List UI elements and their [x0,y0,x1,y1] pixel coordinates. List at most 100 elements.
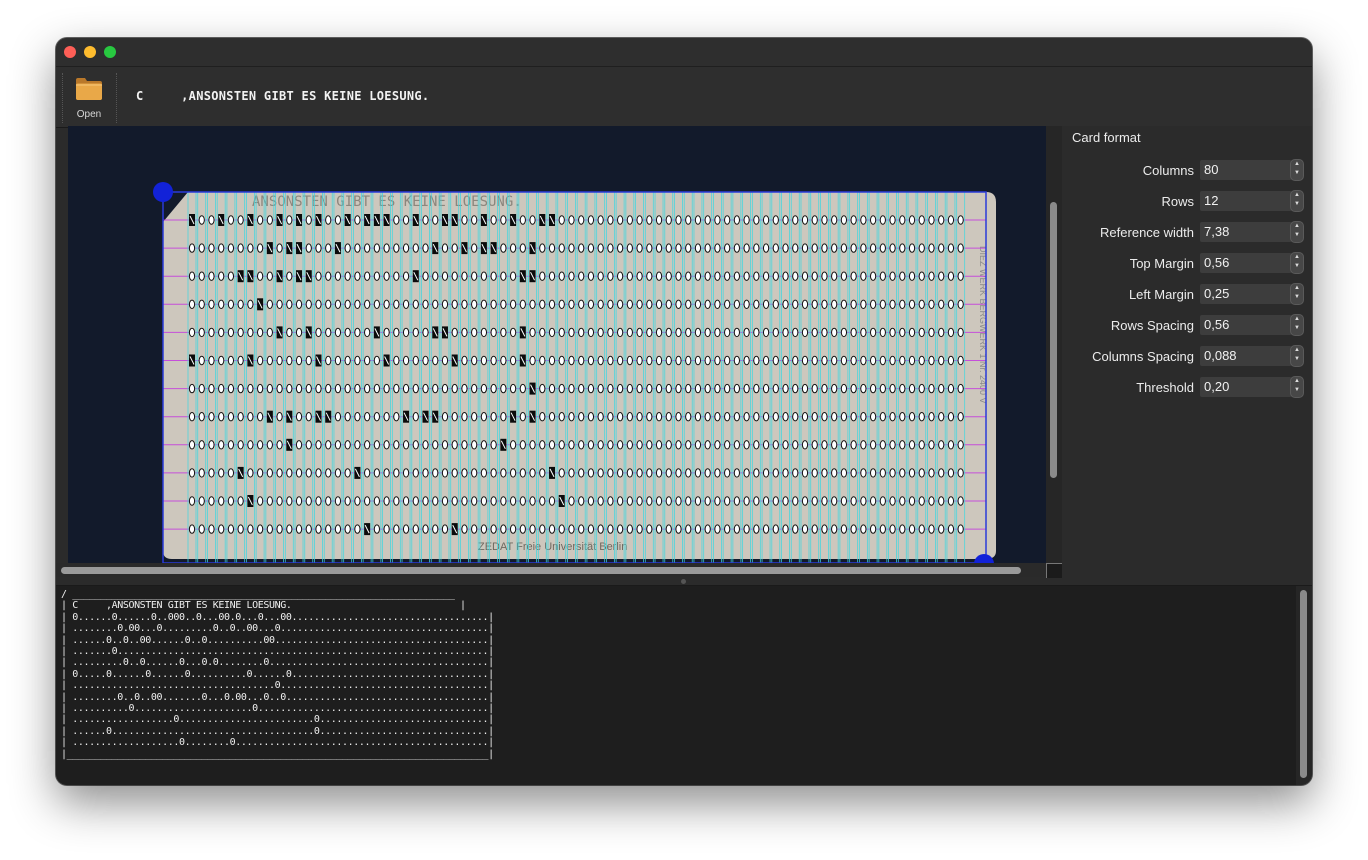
hole-position [198,243,205,253]
hole-position [762,355,770,366]
columns-input[interactable] [1200,160,1292,180]
image-vertical-scrollbar[interactable] [1046,126,1062,563]
hole-position [422,215,429,225]
hole-position [743,440,750,450]
hole-position [218,440,225,450]
hole-position [373,299,380,310]
hole-position [607,468,614,478]
rows-stepper[interactable]: ▲ ▼ [1290,190,1304,212]
stepper-up-icon[interactable]: ▲ [1291,222,1303,231]
stepper-down-icon[interactable]: ▼ [1291,355,1303,364]
hole-position [724,496,731,506]
hole-position [266,468,273,478]
hole-position [957,383,964,394]
stepper-up-icon[interactable]: ▲ [1291,191,1303,200]
stepper-up-icon[interactable]: ▲ [1291,284,1303,293]
stepper-down-icon[interactable]: ▼ [1291,262,1303,271]
stepper-down-icon[interactable]: ▼ [1291,324,1303,333]
hole-position [704,271,711,281]
hole-position [227,271,235,281]
reference-width-input[interactable] [1200,222,1292,242]
folder-icon [74,73,104,108]
columns-spacing-stepper[interactable]: ▲ ▼ [1290,345,1304,367]
left-margin-stepper[interactable]: ▲ ▼ [1290,283,1304,305]
horizontal-split-handle[interactable] [681,579,686,584]
hole-position [743,496,750,506]
columns-stepper[interactable]: ▲ ▼ [1290,159,1304,181]
hole-position [870,468,877,478]
top-margin-stepper[interactable]: ▲ ▼ [1290,252,1304,274]
hole-position [675,215,682,225]
threshold-input[interactable] [1200,377,1292,397]
hole-position [685,496,692,506]
hole-position [782,299,789,310]
hole-position [286,468,293,478]
hole-position [947,468,955,478]
hole-position [558,440,565,450]
hole-position [266,299,273,310]
hole-position [607,412,614,422]
hole-position [626,215,633,225]
hole-position [237,327,244,338]
hole-position [704,496,711,506]
stepper-down-icon[interactable]: ▼ [1291,200,1303,209]
hole-position [315,383,322,394]
hole-position [247,524,254,534]
punch-card-scan[interactable]: ANSONSTEN GIBT ES KEINE LOESUNG.ZEDAT Fr… [68,126,1046,563]
hole-position [753,271,760,281]
hole-position [753,440,760,450]
hole-position [665,383,672,394]
stepper-down-icon[interactable]: ▼ [1291,231,1303,240]
hole-position [490,215,497,225]
stepper-up-icon[interactable]: ▲ [1291,346,1303,355]
hole-position [626,355,633,366]
hole-position [529,496,536,506]
hole-position [315,271,322,281]
vertical-scroll-thumb[interactable] [1050,202,1057,478]
rows-spacing-input[interactable] [1200,315,1292,335]
hole-position [675,524,682,534]
hole-position [801,243,809,253]
hole-position [198,468,205,478]
close-window-button[interactable] [64,46,76,58]
hole-position [480,299,487,310]
image-horizontal-scrollbar[interactable] [56,563,1046,577]
left-margin-input[interactable] [1200,284,1292,304]
horizontal-scroll-thumb[interactable] [61,567,1021,574]
hole-position [354,440,361,450]
open-button[interactable]: Open [68,71,110,123]
hole-position [665,355,672,366]
hole-position [471,299,478,310]
hole-position [704,355,711,366]
hole-position [801,355,809,366]
hole-position [257,215,264,225]
hole-position [480,327,487,338]
reference-width-stepper[interactable]: ▲ ▼ [1290,221,1304,243]
rows-spacing-stepper[interactable]: ▲ ▼ [1290,314,1304,336]
stepper-up-icon[interactable]: ▲ [1291,253,1303,262]
stepper-down-icon[interactable]: ▼ [1291,293,1303,302]
stepper-down-icon[interactable]: ▼ [1291,169,1303,178]
hole-position [227,468,235,478]
stepper-up-icon[interactable]: ▲ [1291,315,1303,324]
output-vertical-scrollbar[interactable] [1296,586,1312,785]
stepper-down-icon[interactable]: ▼ [1291,386,1303,395]
stepper-up-icon[interactable]: ▲ [1291,377,1303,386]
hole-position [305,468,312,478]
hole-position [432,468,439,478]
output-scroll-thumb[interactable] [1300,590,1307,778]
columns-spacing-input[interactable] [1200,346,1292,366]
rows-input[interactable] [1200,191,1292,211]
card-image-view[interactable]: ANSONSTEN GIBT ES KEINE LOESUNG. ZEDAT Fr… [68,126,1046,563]
minimize-window-button[interactable] [84,46,96,58]
hole-position [597,468,604,478]
top-margin-input[interactable] [1200,253,1292,273]
hole-position [908,355,916,366]
maximize-window-button[interactable] [104,46,116,58]
stepper-up-icon[interactable]: ▲ [1291,160,1303,169]
hole-position [655,327,663,338]
threshold-stepper[interactable]: ▲ ▼ [1290,376,1304,398]
hole-position [694,299,702,310]
decoded-output-view[interactable]: / ______________________________________… [56,586,1296,785]
hole-position [879,383,886,394]
